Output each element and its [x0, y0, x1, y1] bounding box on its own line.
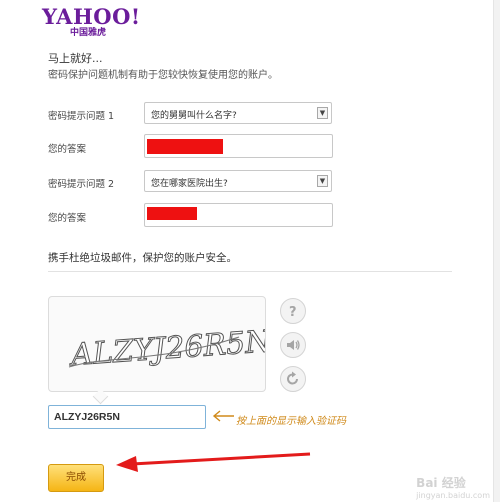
- question-1-value: 您的舅舅叫什么名字?: [151, 111, 237, 121]
- question-2-select[interactable]: 您在哪家医院出生? ▼: [144, 170, 332, 192]
- redaction-mark: [147, 139, 223, 154]
- chevron-down-icon[interactable]: ▼: [317, 107, 328, 119]
- captcha-image: ALZYJ26R5N: [48, 296, 275, 392]
- answer-2-field[interactable]: [144, 203, 333, 227]
- chevron-down-icon[interactable]: ▼: [317, 175, 328, 187]
- question-1-label: 密码提示问题 1: [48, 111, 115, 122]
- question-2-label: 密码提示问题 2: [48, 179, 115, 190]
- question-1-select[interactable]: 您的舅舅叫什么名字? ▼: [144, 102, 332, 124]
- help-icon[interactable]: ?: [280, 298, 306, 324]
- answer-1-label: 您的答案: [48, 144, 87, 155]
- captcha-input[interactable]: ALZYJ26R5N: [48, 405, 206, 429]
- antispam-title: 携手杜绝垃圾邮件，保护您的账户安全。: [48, 252, 237, 264]
- refresh-icon[interactable]: [280, 366, 306, 392]
- greeting-description: 密码保护问题机制有助于您较快恢复使用您的账户。: [48, 70, 278, 81]
- answer-2-label: 您的答案: [48, 213, 87, 224]
- watermark-text: Bai 经验: [416, 476, 466, 490]
- submit-button[interactable]: 完成: [48, 464, 104, 492]
- window-edge: [493, 0, 500, 502]
- logo-subtitle: 中国雅虎: [70, 28, 107, 38]
- baidu-watermark: Bai 经验 jingyan.baidu.com: [416, 474, 490, 500]
- recovery-page: YAHOO! 中国雅虎 马上就好... 密码保护问题机制有助于您较快恢复使用您的…: [0, 0, 500, 502]
- section-divider: [48, 271, 452, 272]
- arrow-left-icon: [212, 410, 234, 422]
- audio-icon[interactable]: [280, 332, 306, 358]
- redaction-mark: [147, 207, 197, 220]
- answer-1-field[interactable]: [144, 134, 333, 158]
- annotation-arrow: [116, 452, 311, 472]
- watermark-url: jingyan.baidu.com: [416, 491, 490, 500]
- captcha-text: ALZYJ26R5N: [67, 324, 265, 373]
- greeting-title: 马上就好...: [48, 52, 103, 65]
- captcha-graphic: ALZYJ26R5N: [67, 323, 275, 373]
- question-2-value: 您在哪家医院出生?: [151, 179, 228, 189]
- svg-text:?: ?: [289, 305, 297, 318]
- logo-wordmark: YAHOO!: [42, 4, 141, 29]
- captcha-hint: 按上面的显示输入验证码: [236, 416, 346, 427]
- yahoo-logo: YAHOO! 中国雅虎: [42, 4, 141, 39]
